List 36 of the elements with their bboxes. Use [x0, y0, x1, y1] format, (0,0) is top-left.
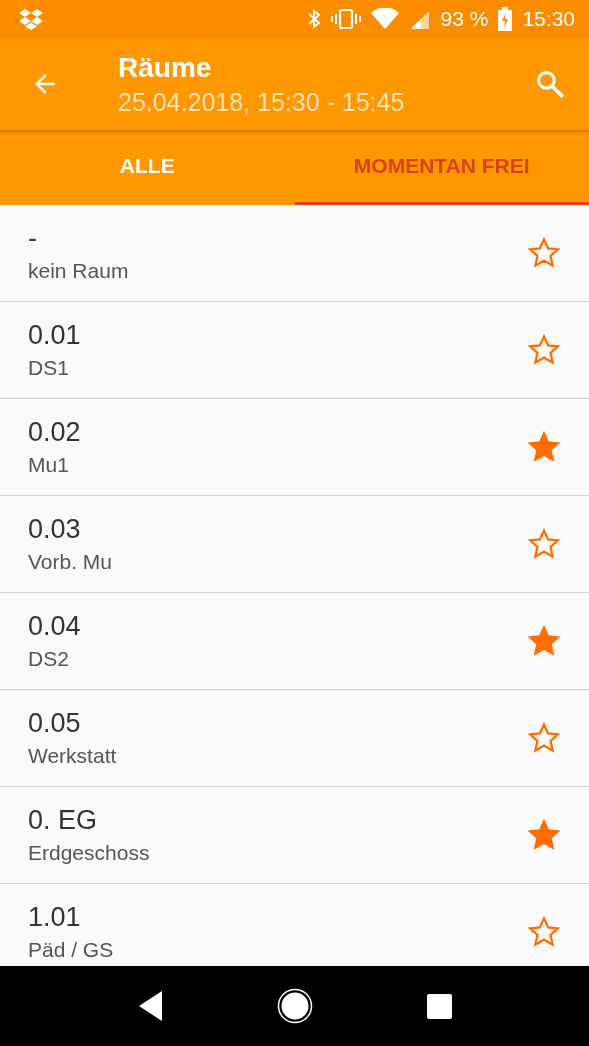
wifi-icon	[370, 8, 399, 30]
star-outline-icon[interactable]	[527, 721, 561, 755]
bluetooth-icon	[306, 8, 321, 30]
charging-battery-icon	[498, 7, 513, 31]
screen-title: Räume	[118, 51, 213, 84]
room-number: 0.04	[28, 611, 81, 642]
date-time-range: 25.04.2018, 15:30 - 15:45	[118, 87, 406, 117]
room-name: Erdgeschoss	[28, 841, 150, 865]
filled-star-icon[interactable]	[527, 818, 561, 852]
battery-percentage: 93 %	[440, 7, 489, 31]
star-outline-icon[interactable]	[527, 915, 561, 949]
room-name: Mu1	[28, 453, 69, 477]
room-number: 0.03	[28, 514, 81, 545]
room-number: 0.05	[28, 708, 81, 739]
star-outline-icon[interactable]	[527, 236, 561, 270]
vibrate-icon	[330, 8, 361, 30]
square-icon[interactable]	[427, 993, 452, 1019]
room-name: DS1	[28, 356, 69, 380]
back-triangle-icon[interactable]	[137, 990, 163, 1022]
box-logo-icon	[18, 8, 44, 30]
room-number: 0.02	[28, 417, 81, 448]
filled-star-icon[interactable]	[527, 430, 561, 464]
room-number: -	[28, 223, 37, 254]
room-name: Päd / GS	[28, 938, 114, 962]
star-outline-icon[interactable]	[527, 527, 561, 561]
room-name: DS2	[28, 647, 69, 671]
home-circle-icon[interactable]	[277, 988, 313, 1024]
room-name: kein Raum	[28, 259, 129, 283]
room-number: 0. EG	[28, 805, 98, 836]
room-name: Vorb. Mu	[28, 550, 113, 574]
clock-time: 15:30	[522, 7, 575, 31]
star-outline-icon[interactable]	[527, 333, 561, 367]
filled-star-icon[interactable]	[527, 624, 561, 658]
room-number: 1.01	[28, 902, 81, 933]
room-number: 0.01	[28, 320, 81, 351]
room-name: Werkstatt	[28, 744, 117, 768]
